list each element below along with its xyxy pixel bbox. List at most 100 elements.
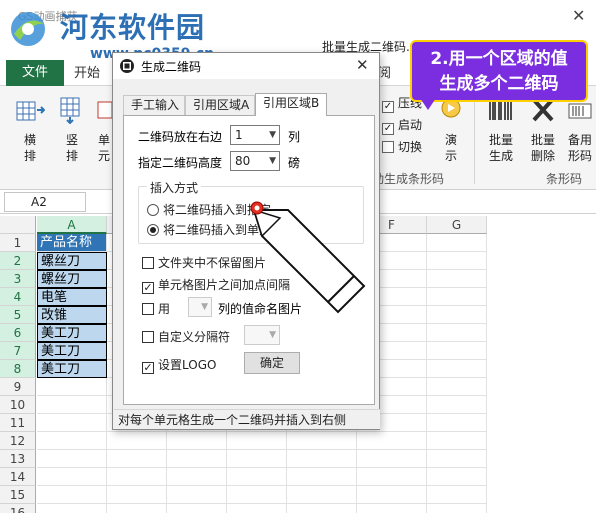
table-cell[interactable] [37,486,107,504]
row-header[interactable]: 8 [0,360,36,378]
table-cell[interactable] [427,396,487,414]
table-cell[interactable] [357,450,427,468]
table-cell[interactable] [227,486,287,504]
table-cell[interactable] [427,306,487,324]
row-header[interactable]: 7 [0,342,36,360]
vertical-layout-button[interactable]: 竖 排 [56,96,88,164]
name-box[interactable]: A2 [4,192,86,212]
column-header[interactable]: G [427,216,487,234]
column-header[interactable]: A [37,216,107,234]
table-cell[interactable] [107,450,167,468]
table-cell[interactable] [427,414,487,432]
table-cell[interactable] [427,486,487,504]
horizontal-layout-button[interactable]: 横 排 [14,96,46,164]
window-close-button[interactable]: ✕ [572,6,585,25]
table-cell[interactable] [37,468,107,486]
row-header[interactable]: 11 [0,414,36,432]
row-header[interactable]: 12 [0,432,36,450]
table-cell[interactable] [107,504,167,513]
table-cell[interactable] [287,486,357,504]
ok-button[interactable]: 确定 [244,352,300,374]
row-header[interactable]: 5 [0,306,36,324]
separator-select[interactable]: ▼ [244,325,280,345]
check-custom-separator[interactable]: 自定义分隔符 [142,328,230,345]
table-cell[interactable]: 美工刀 [37,342,107,360]
row-header[interactable]: 4 [0,288,36,306]
table-cell[interactable] [167,486,227,504]
table-cell[interactable] [427,378,487,396]
table-cell[interactable]: 电笔 [37,288,107,306]
table-cell[interactable] [427,270,487,288]
table-cell[interactable] [227,432,287,450]
table-cell[interactable] [427,432,487,450]
batch-generate-button[interactable]: 批量 生成 [484,96,518,164]
table-cell[interactable] [357,486,427,504]
qr-height-select[interactable]: 80 ▼ [230,151,280,171]
table-cell[interactable] [357,432,427,450]
check-set-logo[interactable]: ✓ 设置LOGO [142,356,216,374]
batch-delete-button[interactable]: 批量 删除 [526,96,560,164]
tab-range-a[interactable]: 引用区域A [185,95,255,115]
table-cell[interactable] [37,396,107,414]
table-cell[interactable] [427,468,487,486]
table-cell[interactable] [37,504,107,513]
check-start[interactable]: ✓ 启动 [382,116,422,135]
table-cell[interactable] [287,504,357,513]
table-cell[interactable] [37,432,107,450]
table-cell[interactable]: 美工刀 [37,324,107,342]
table-cell[interactable] [167,504,227,513]
right-columns-select[interactable]: 1 ▼ [230,125,280,145]
table-cell[interactable] [227,450,287,468]
table-cell[interactable] [427,288,487,306]
table-cell[interactable] [427,234,487,252]
name-column-select[interactable]: ▼ [188,297,212,317]
row-header[interactable]: 13 [0,450,36,468]
table-cell[interactable] [427,324,487,342]
table-cell[interactable] [227,504,287,513]
row-header[interactable]: 6 [0,324,36,342]
table-cell[interactable] [427,360,487,378]
table-cell[interactable] [357,468,427,486]
tab-home[interactable]: 开始 [74,62,100,81]
cell-button[interactable]: 单 元 [96,96,112,164]
row-header[interactable]: 3 [0,270,36,288]
table-cell[interactable]: 改锥 [37,306,107,324]
row-header[interactable]: 14 [0,468,36,486]
row-header[interactable]: 2 [0,252,36,270]
table-cell[interactable]: 美工刀 [37,360,107,378]
select-all-corner[interactable] [0,216,36,234]
table-cell[interactable] [427,450,487,468]
demo-button[interactable]: 演 示 [436,96,466,164]
tab-manual-input[interactable]: 手工输入 [123,95,185,115]
row-header[interactable]: 9 [0,378,36,396]
table-cell[interactable]: 螺丝刀 [37,270,107,288]
table-cell[interactable] [287,432,357,450]
table-cell[interactable]: 螺丝刀 [37,252,107,270]
table-cell[interactable] [427,342,487,360]
table-cell[interactable] [107,432,167,450]
table-cell[interactable] [227,468,287,486]
table-cell[interactable] [37,378,107,396]
table-cell[interactable] [107,486,167,504]
table-cell[interactable] [167,432,227,450]
table-cell[interactable] [287,468,357,486]
table-cell[interactable] [287,450,357,468]
dialog-close-button[interactable]: ✕ [356,56,369,74]
row-header[interactable]: 10 [0,396,36,414]
check-switch[interactable]: 切换 [382,138,422,155]
tab-range-b[interactable]: 引用区域B [255,93,327,116]
table-cell[interactable] [427,252,487,270]
check-use-column[interactable]: 用 [142,300,170,317]
spare-button[interactable]: 备用 形码 [564,96,596,164]
table-cell[interactable] [107,468,167,486]
row-header[interactable]: 1 [0,234,36,252]
table-cell[interactable] [37,450,107,468]
table-cell[interactable] [167,450,227,468]
table-cell[interactable]: 产品名称 [37,234,107,252]
row-header[interactable]: 15 [0,486,36,504]
table-cell[interactable] [427,504,487,513]
table-cell[interactable] [167,468,227,486]
row-header[interactable]: 16 [0,504,36,513]
table-cell[interactable] [357,504,427,513]
table-cell[interactable] [37,414,107,432]
